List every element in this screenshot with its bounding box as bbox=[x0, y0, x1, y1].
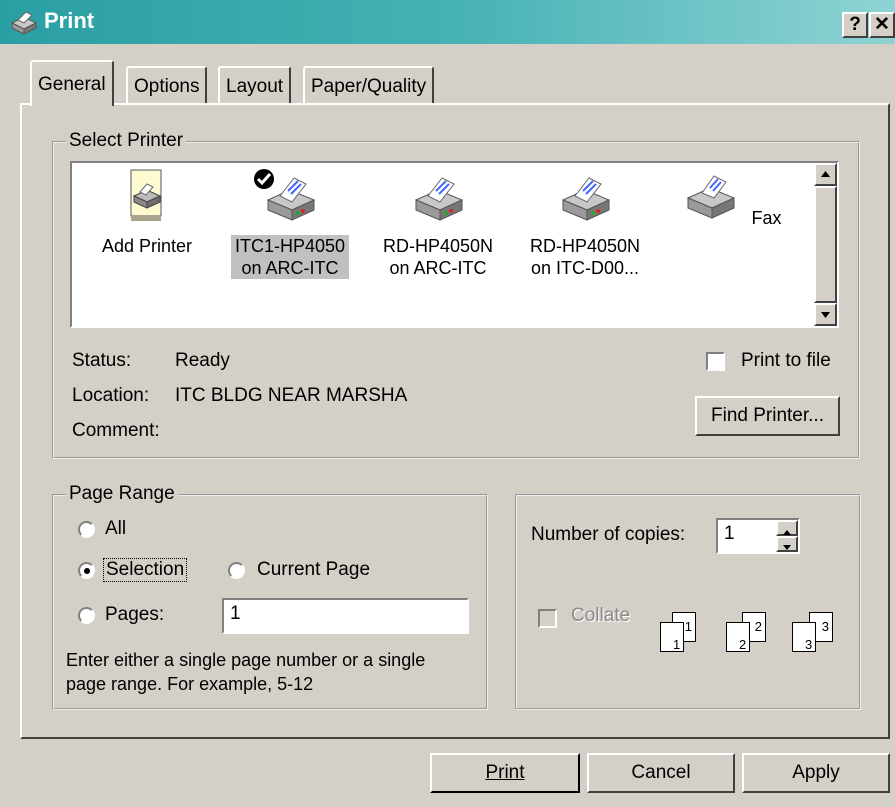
printer-item-add-printer[interactable]: Add Printer bbox=[82, 166, 212, 257]
printer-item-label: RD-HP4050N on ARC-ITC bbox=[382, 236, 494, 278]
add-printer-icon bbox=[130, 169, 162, 221]
all-radio-label: All bbox=[105, 518, 127, 539]
printer-item-label: RD-HP4050N on ITC-D00... bbox=[529, 236, 641, 278]
scroll-down-icon bbox=[821, 312, 830, 318]
select-printer-legend: Select Printer bbox=[66, 130, 187, 152]
print-to-file-checkbox[interactable] bbox=[706, 352, 725, 371]
pages-radio[interactable] bbox=[78, 607, 95, 624]
fax-icon bbox=[687, 175, 736, 219]
tab-paper-quality[interactable]: Paper/Quality bbox=[303, 66, 435, 104]
printer-item-rd-hp4050n-itc[interactable]: RD-HP4050N on ITC-D00... bbox=[520, 166, 650, 279]
page-range-legend: Page Range bbox=[66, 483, 178, 505]
window-title: Print bbox=[44, 8, 95, 33]
print-button-label: Print bbox=[485, 762, 525, 783]
spin-up-button[interactable] bbox=[776, 520, 798, 536]
selection-radio[interactable] bbox=[78, 562, 95, 579]
printer-list-scrollbar[interactable] bbox=[814, 163, 837, 326]
printer-item-label: ITC1-HP4050 on ARC-ITC bbox=[230, 235, 350, 279]
tab-options[interactable]: Options bbox=[126, 66, 208, 104]
scroll-up-icon bbox=[821, 171, 830, 177]
selection-radio-label: Selection bbox=[102, 558, 188, 582]
status-label: Status: bbox=[72, 350, 132, 371]
print-button[interactable]: Print bbox=[430, 753, 580, 793]
scroll-up-button[interactable] bbox=[814, 163, 837, 186]
find-printer-button[interactable]: Find Printer... bbox=[695, 396, 840, 436]
spin-down-button[interactable] bbox=[776, 536, 798, 552]
pages-input[interactable]: 1 bbox=[222, 598, 469, 634]
comment-label: Comment: bbox=[72, 420, 160, 441]
tab-layout[interactable]: Layout bbox=[218, 66, 292, 104]
all-radio[interactable] bbox=[78, 521, 95, 538]
close-icon: ✕ bbox=[874, 14, 890, 35]
tab-general-label: General bbox=[38, 74, 106, 95]
print-dialog: Print ? ✕ General Options Layout Paper/Q… bbox=[0, 0, 895, 807]
printer-icon bbox=[10, 11, 38, 35]
cancel-button[interactable]: Cancel bbox=[587, 753, 735, 793]
pages-radio-label: Pages: bbox=[105, 604, 165, 625]
copies-spinner[interactable] bbox=[776, 520, 798, 552]
printer-item-itc1-hp4050[interactable]: ITC1-HP4050 on ARC-ITC bbox=[225, 166, 355, 279]
default-check-icon bbox=[254, 169, 274, 189]
copies-label: Number of copies: bbox=[531, 524, 686, 545]
title-bar[interactable]: Print ? ✕ bbox=[0, 0, 895, 44]
tab-options-label: Options bbox=[134, 76, 200, 97]
tab-paper-quality-label: Paper/Quality bbox=[311, 76, 427, 97]
collate-checkbox[interactable] bbox=[538, 609, 557, 628]
printer-item-fax[interactable]: Fax bbox=[667, 166, 797, 229]
scroll-thumb[interactable] bbox=[814, 186, 837, 303]
scroll-down-button[interactable] bbox=[814, 303, 837, 326]
location-value: ITC BLDG NEAR MARSHA bbox=[175, 385, 408, 406]
help-button[interactable]: ? bbox=[842, 12, 868, 38]
page-range-help-line1: Enter either a single page number or a s… bbox=[66, 650, 426, 670]
current-page-radio[interactable] bbox=[228, 562, 245, 579]
apply-button-label: Apply bbox=[792, 762, 840, 783]
print-to-file-label: Print to file bbox=[741, 350, 831, 371]
tab-general[interactable]: General bbox=[30, 60, 114, 106]
collate-label: Collate bbox=[571, 605, 631, 626]
tab-layout-label: Layout bbox=[226, 76, 284, 97]
spin-down-icon bbox=[783, 545, 791, 550]
printer-icon bbox=[561, 177, 611, 221]
location-label: Location: bbox=[72, 385, 150, 406]
printer-item-rd-hp4050n-arc[interactable]: RD-HP4050N on ARC-ITC bbox=[373, 166, 503, 279]
printer-item-label: Add Printer bbox=[101, 236, 193, 256]
apply-button[interactable]: Apply bbox=[742, 753, 890, 793]
current-page-radio-label: Current Page bbox=[257, 559, 371, 580]
collate-illustration: 1 1 2 2 3 3 bbox=[654, 612, 844, 672]
page-range-help-line2: page range. For example, 5-12 bbox=[66, 674, 314, 694]
close-button[interactable]: ✕ bbox=[869, 12, 895, 38]
printer-item-label: Fax bbox=[751, 208, 782, 228]
status-value: Ready bbox=[175, 350, 230, 371]
printer-icon bbox=[414, 177, 464, 221]
